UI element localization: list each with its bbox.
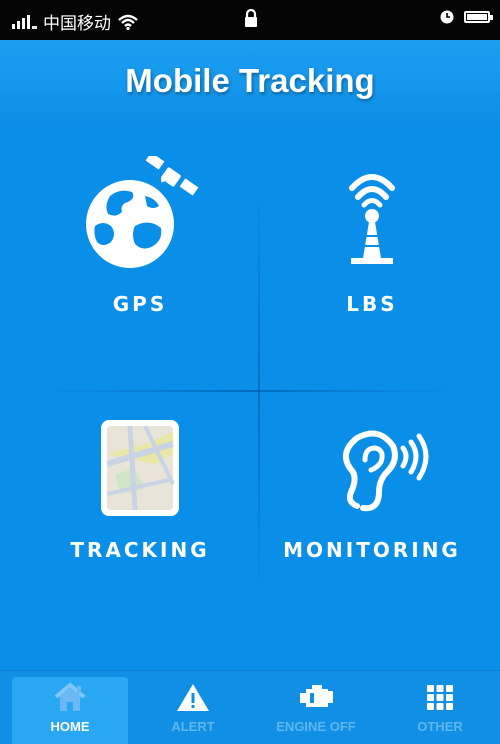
menu-grid: GPS LBS TRACKING MONITORING bbox=[0, 128, 500, 670]
tab-home[interactable]: HOME bbox=[12, 677, 128, 744]
tab-engine-off[interactable]: ENGINE OFF bbox=[258, 677, 374, 744]
tab-other[interactable]: OTHER bbox=[382, 677, 498, 744]
menu-item-lbs[interactable]: LBS bbox=[262, 156, 482, 316]
grid-divider-horizontal bbox=[40, 390, 460, 392]
warning-icon bbox=[177, 684, 209, 711]
menu-item-gps[interactable]: GPS bbox=[30, 156, 250, 316]
tab-label: OTHER bbox=[417, 719, 463, 734]
tab-label: ALERT bbox=[171, 719, 215, 734]
status-left: 中国移动 bbox=[12, 9, 139, 34]
map-icon bbox=[101, 420, 179, 516]
signal-strength-icon bbox=[12, 14, 37, 29]
cell-tower-icon bbox=[349, 174, 395, 264]
lock-icon bbox=[245, 8, 257, 27]
tab-bar: HOME ALERT ENGINE OFF OTHER bbox=[0, 670, 500, 744]
ear-icon bbox=[343, 430, 429, 512]
status-bar: 中国移动 bbox=[0, 0, 500, 40]
title-bar: Mobile Tracking bbox=[0, 40, 500, 129]
globe-satellite-icon bbox=[86, 156, 199, 268]
clock-icon bbox=[440, 10, 454, 24]
engine-icon bbox=[300, 685, 333, 707]
menu-item-label: MONITORING bbox=[283, 538, 461, 562]
tab-label: HOME bbox=[50, 719, 90, 734]
menu-item-label: TRACKING bbox=[70, 538, 210, 562]
grid-divider-vertical bbox=[258, 188, 260, 598]
menu-item-tracking[interactable]: TRACKING bbox=[30, 414, 250, 562]
menu-item-label: GPS bbox=[112, 292, 168, 316]
status-right bbox=[440, 10, 493, 24]
home-icon bbox=[54, 682, 86, 711]
page-title: Mobile Tracking bbox=[125, 62, 375, 99]
menu-item-monitoring[interactable]: MONITORING bbox=[262, 414, 482, 562]
grid-icon bbox=[427, 685, 453, 710]
carrier-name: 中国移动 bbox=[43, 14, 111, 34]
battery-icon bbox=[464, 11, 493, 23]
menu-item-label: LBS bbox=[346, 292, 398, 316]
tab-alert[interactable]: ALERT bbox=[135, 677, 251, 744]
tab-label: ENGINE OFF bbox=[276, 719, 356, 734]
wifi-icon bbox=[118, 14, 138, 30]
